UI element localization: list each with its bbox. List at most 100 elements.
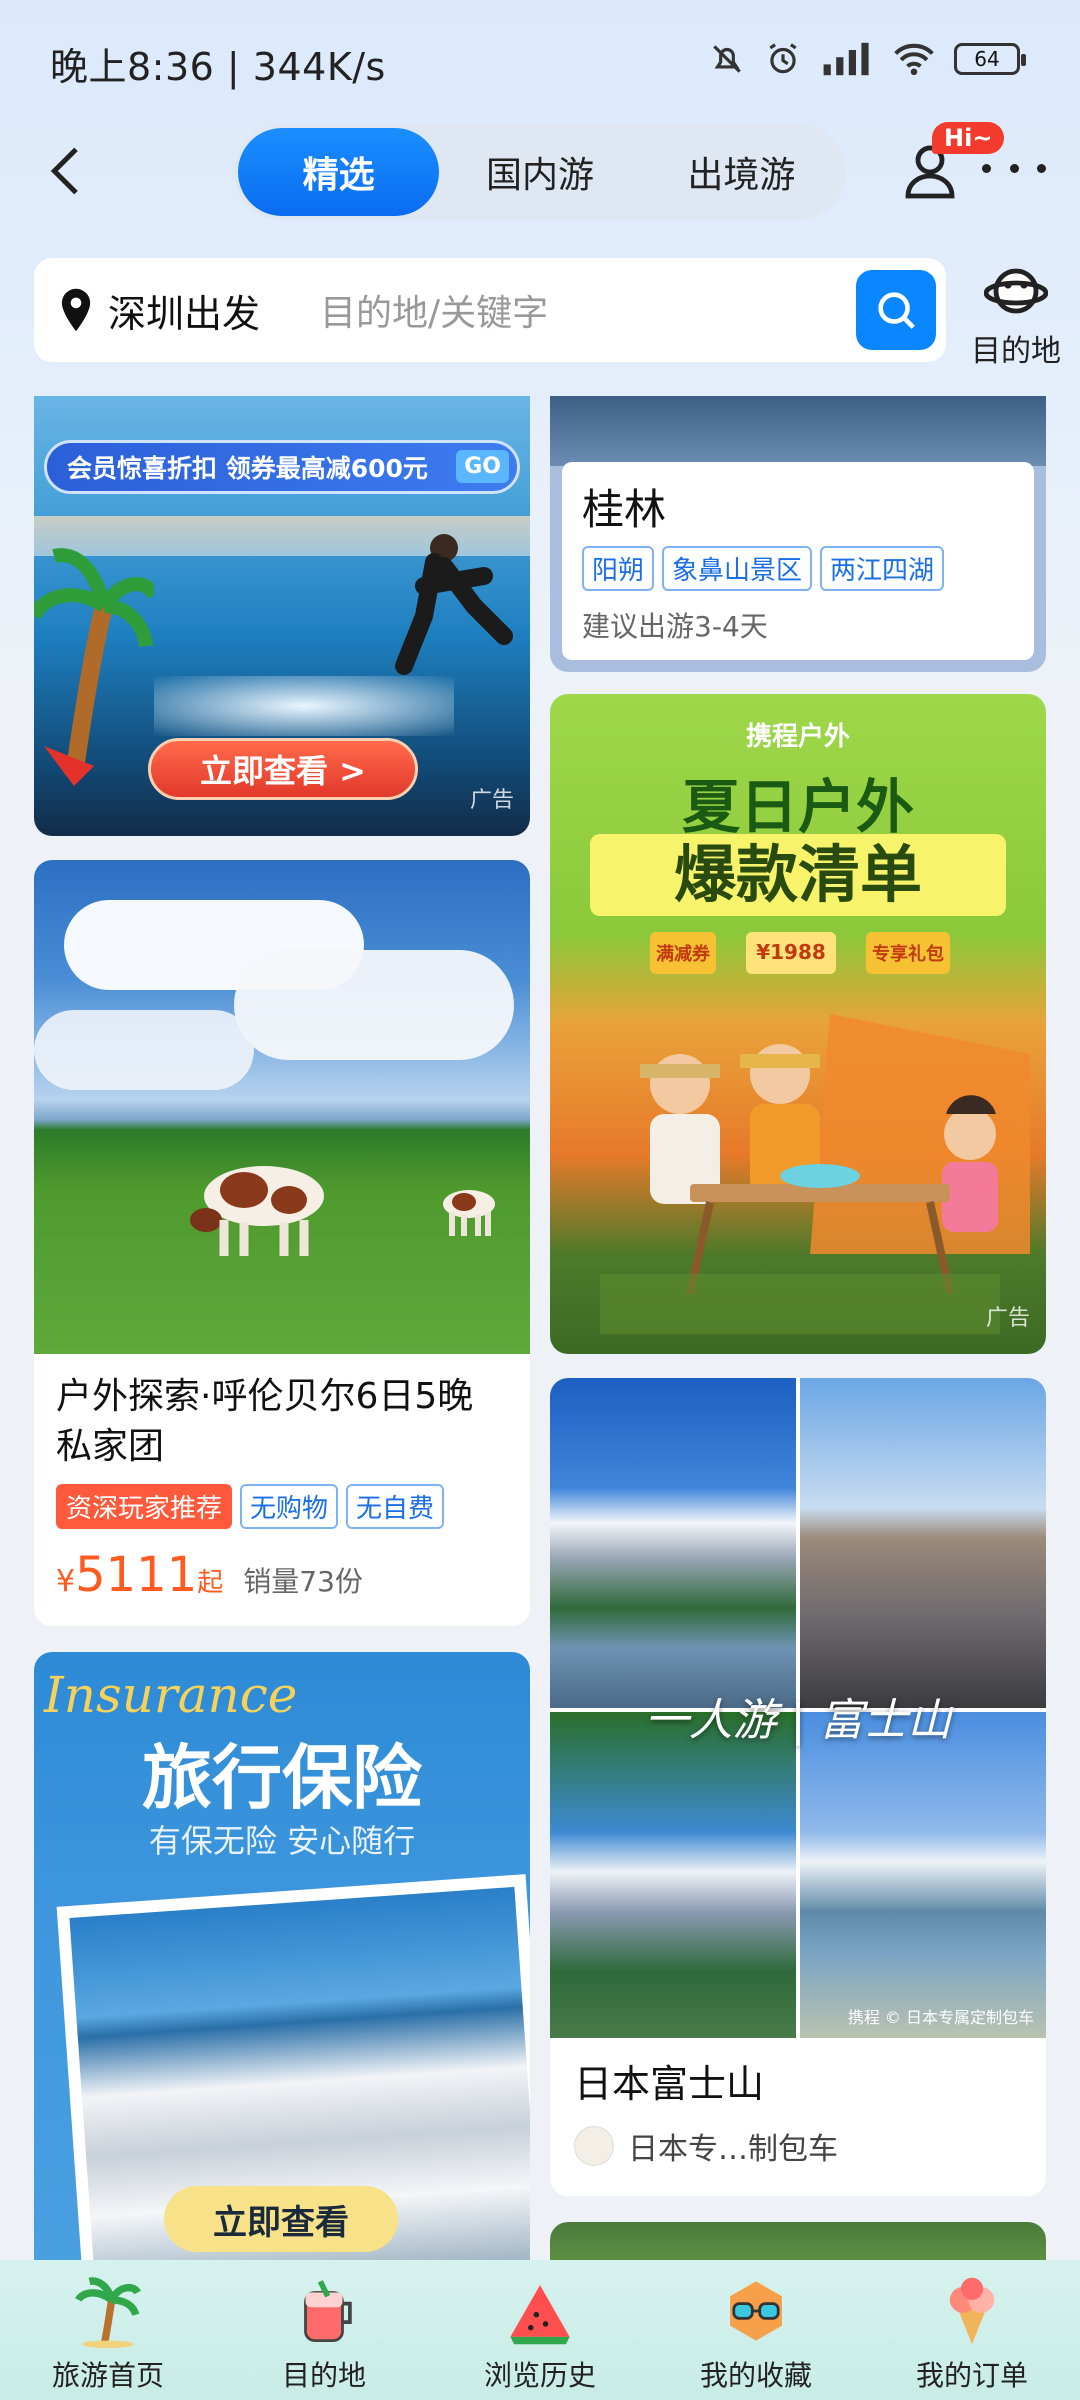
coupon-2: ¥1988 — [746, 932, 836, 974]
surfer-illustration — [395, 534, 513, 675]
tab-domestic[interactable]: 国内游 — [439, 128, 640, 216]
nav-orders[interactable]: 我的订单 — [864, 2260, 1080, 2400]
nav-favorites[interactable]: 我的收藏 — [648, 2260, 864, 2400]
search-input[interactable]: 目的地/关键字 — [320, 284, 856, 336]
alarm-icon — [769, 43, 797, 74]
tag-no-shopping: 无购物 — [240, 1484, 339, 1529]
more-button[interactable] — [982, 148, 1046, 188]
nav-label: 我的收藏 — [699, 2359, 812, 2392]
ice-cream-icon — [949, 2277, 995, 2345]
author-avatar — [574, 2126, 614, 2166]
hulunbuir-tags: 资深玩家推荐 无购物 无自费 — [56, 1484, 508, 1529]
nav-destination[interactable]: 目的地 — [216, 2260, 432, 2400]
promo-go: GO — [456, 450, 509, 483]
insurance-subheadline: 有保无险 安心随行 — [148, 1822, 416, 1860]
search-button[interactable] — [856, 270, 936, 350]
fuji-info: 日本富士山 日本专…制包车 — [550, 2038, 1046, 2196]
calf-illustration — [443, 1190, 495, 1236]
content-feed: 会员惊喜折扣 领券最高减600元 GO 立即查看 > 广告 桂林 阳朔 象鼻山景区… — [0, 396, 1080, 2260]
next-card[interactable] — [550, 2222, 1046, 2260]
nav-label: 旅游首页 — [51, 2359, 164, 2392]
hulunbuir-info: 户外探索·呼伦贝尔6日5晚私家团 资深玩家推荐 无购物 无自费 ¥ 5111 起 销… — [34, 1354, 530, 1626]
destination-label: 目的地 — [971, 334, 1061, 369]
family-picnic-illustration — [600, 1014, 1030, 1334]
brand-logo: 携程户外 — [745, 722, 850, 752]
tab-outbound[interactable]: 出境游 — [641, 128, 842, 216]
tag-two-rivers: 两江四湖 — [820, 546, 945, 591]
member-promo-ad[interactable]: 会员惊喜折扣 领券最高减600元 GO 立即查看 > 广告 — [34, 396, 530, 836]
cloud — [234, 950, 514, 1060]
nav-travel-home[interactable]: 旅游首页 — [0, 2260, 216, 2400]
outdoor-headline: 夏日户外 — [681, 773, 914, 841]
ad-label: 广告 — [985, 1306, 1030, 1331]
tag-elephant-trunk: 象鼻山景区 — [662, 546, 813, 591]
search-icon — [878, 292, 915, 329]
signal-icon — [823, 42, 869, 76]
fuji-photo-4 — [800, 1712, 1046, 2038]
guilin-info-panel: 桂林 阳朔 象鼻山景区 两江四湖 建议出游3-4天 — [562, 462, 1034, 660]
location-pin-icon — [61, 288, 91, 332]
tab-bar: 精选 国内游 出境游 — [234, 124, 846, 220]
nav-label: 我的订单 — [915, 2359, 1028, 2392]
guilin-title: 桂林 — [582, 485, 667, 534]
mount-fuji-card[interactable]: 一人游 | 富士山 携程 © 日本专属定制包车 日本富士山 日本专…制包车 — [550, 1378, 1046, 2196]
search-box[interactable]: 深圳出发 目的地/关键字 — [34, 258, 946, 362]
travel-insurance-ad[interactable]: Insurance 旅行保险 有保无险 安心随行 立即查看 — [34, 1652, 530, 2260]
nav-label: 目的地 — [281, 2359, 366, 2392]
sunglasses-icon — [730, 2281, 782, 2341]
hulunbuir-tour-card[interactable]: 户外探索·呼伦贝尔6日5晚私家团 资深玩家推荐 无购物 无自费 ¥ 5111 起 销… — [34, 860, 530, 1626]
ad-label: 广告 — [469, 788, 514, 813]
back-button[interactable] — [36, 136, 96, 206]
promo-banner-text: 会员惊喜折扣 领券最高减600元 — [67, 454, 428, 483]
fuji-photo-3 — [550, 1712, 796, 2038]
fuji-photo-2 — [800, 1378, 1046, 1708]
outdoor-camping-ad[interactable]: 携程户外 夏日户外 爆款清单 满减券 ¥1988 专享礼包 广告 — [550, 694, 1046, 1354]
tag-expert-pick: 资深玩家推荐 — [56, 1484, 233, 1529]
fuji-overlay-text: 一人游 | 富士山 — [644, 1695, 952, 1746]
palm-tree-illustration — [34, 548, 154, 786]
mute-bell-icon — [713, 45, 741, 73]
nav-history[interactable]: 浏览历史 — [432, 2260, 648, 2400]
coupon-1: 满减券 — [650, 932, 716, 974]
sales-count: 销量73份 — [243, 1565, 363, 1598]
chevron-left-icon — [50, 147, 78, 195]
dot — [1037, 163, 1046, 173]
promo-banner-strip: 会员惊喜折扣 领券最高减600元 GO — [44, 440, 520, 494]
battery-icon: 64 — [954, 43, 1026, 75]
fuji-photo-1 — [550, 1378, 796, 1708]
promo-cta-button[interactable]: 立即查看 > — [148, 738, 418, 800]
guilin-photo — [550, 396, 1046, 466]
status-time: 晚上8:36 | 344K/s — [50, 45, 386, 89]
price-symbol: ¥ — [56, 1564, 76, 1599]
insurance-script: Insurance — [44, 1666, 298, 1724]
tab-featured[interactable]: 精选 — [238, 128, 440, 216]
destination-entry[interactable]: 目的地 — [966, 262, 1066, 372]
wifi-icon — [894, 43, 934, 76]
status-bar: 晚上8:36 | 344K/s 64 — [0, 0, 1080, 120]
price-row: ¥ 5111 起 销量73份 — [56, 1547, 508, 1603]
fuji-author-row: 日本专…制包车 — [574, 2124, 1022, 2168]
planet-icon — [984, 268, 1048, 314]
wave — [154, 676, 454, 736]
insurance-headline: 旅行保险 — [142, 1737, 422, 1819]
fuji-title: 日本富士山 — [574, 2062, 765, 2106]
grassland-photo — [34, 860, 530, 1354]
dot — [982, 163, 991, 173]
tag-yangshuo: 阳朔 — [582, 546, 655, 591]
guilin-card[interactable]: 桂林 阳朔 象鼻山景区 两江四湖 建议出游3-4天 — [550, 396, 1046, 672]
palm-tree-icon — [75, 2277, 141, 2348]
status-icons: 64 — [708, 40, 1026, 78]
price-suffix: 起 — [197, 1568, 224, 1598]
price-value: 5111 — [75, 1547, 198, 1603]
cloud — [34, 1010, 254, 1090]
guilin-note: 建议出游3-4天 — [582, 610, 768, 643]
departure-city[interactable]: 深圳出发 — [108, 283, 260, 338]
watermelon-icon — [510, 2285, 570, 2345]
drink-jar-icon — [304, 2280, 352, 2342]
coupon-row: 满减券 ¥1988 专享礼包 — [650, 932, 950, 974]
guilin-tags: 阳朔 象鼻山景区 两江四湖 — [582, 546, 1014, 591]
cow-illustration — [190, 1166, 324, 1256]
fuji-author: 日本专…制包车 — [628, 2132, 838, 2167]
outdoor-subheadline: 爆款清单 — [590, 834, 1006, 916]
insurance-cta-button[interactable]: 立即查看 — [164, 2186, 398, 2252]
